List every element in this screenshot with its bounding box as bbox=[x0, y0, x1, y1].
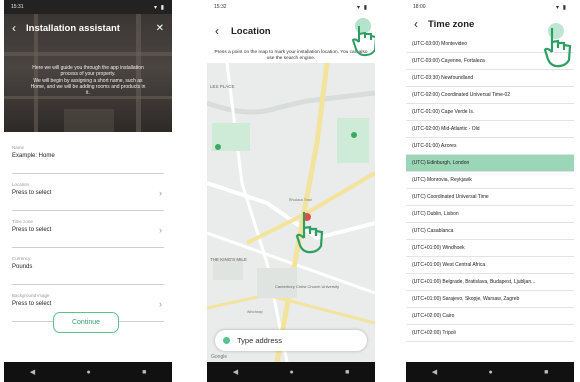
status-icons: ▾ ▮ bbox=[357, 4, 368, 11]
page-title: Time zone bbox=[428, 19, 475, 30]
map-label: LES PLACE bbox=[210, 84, 235, 89]
timezone-item[interactable]: (UTC+02:00) Cairo bbox=[406, 308, 574, 325]
chevron-right-icon: › bbox=[159, 225, 162, 235]
field-label: Currency bbox=[12, 256, 31, 261]
status-time: 15:32 bbox=[214, 4, 227, 10]
status-time: 18:00 bbox=[413, 4, 426, 10]
field-label: Location bbox=[12, 182, 30, 187]
timezone-item[interactable]: (UTC) Dublin, Lisbon bbox=[406, 206, 574, 223]
hero-image: ‹ Installation assistant ✕ Here we will … bbox=[4, 14, 172, 132]
currency-field[interactable]: Currency Pounds bbox=[12, 251, 164, 285]
google-logo: Google bbox=[211, 354, 228, 360]
nav-recent-icon[interactable]: ■ bbox=[544, 369, 548, 376]
status-bar: 15:31 ▾ ▮ bbox=[4, 0, 172, 14]
timezone-item[interactable]: (UTC-01:00) Azores bbox=[406, 138, 574, 155]
tap-hand-icon bbox=[295, 212, 324, 254]
android-nav-bar: ◀ ● ■ bbox=[406, 362, 574, 382]
search-placeholder: Type address bbox=[237, 336, 283, 345]
map-label: Wincheap bbox=[247, 310, 263, 314]
page-title: Installation assistant bbox=[26, 22, 120, 34]
setup-form: Name Example: Home Location Press to sel… bbox=[4, 140, 172, 325]
nav-home-icon[interactable]: ● bbox=[86, 369, 90, 376]
nav-recent-icon[interactable]: ■ bbox=[345, 369, 349, 376]
address-search-input[interactable]: Type address bbox=[215, 330, 367, 351]
field-label: Name bbox=[12, 145, 25, 150]
timezone-item-selected[interactable]: (UTC) Edinburgh, London bbox=[406, 155, 574, 172]
page-title: Location bbox=[231, 26, 271, 37]
timezone-list: (UTC-03:00) Montevideo (UTC-03:00) Cayen… bbox=[406, 36, 574, 342]
field-label: Background image bbox=[12, 293, 50, 298]
android-nav-bar: ◀ ● ■ bbox=[4, 362, 172, 382]
status-icons: ▾ ▮ bbox=[556, 4, 567, 11]
chevron-left-icon[interactable]: ‹ bbox=[414, 17, 418, 31]
field-value: Pounds bbox=[12, 264, 33, 270]
map-instructions: Press a point on the map to mark your in… bbox=[214, 50, 368, 61]
timezone-item[interactable]: (UTC-02:00) Mid-Atlantic - Old bbox=[406, 121, 574, 138]
chevron-left-icon[interactable]: ‹ bbox=[215, 24, 219, 38]
timezone-item[interactable]: (UTC+01:00) Sarajevo, Skopje, Warsaw, Za… bbox=[406, 291, 574, 308]
timezone-item[interactable]: (UTC) Coordinated Universal Time bbox=[406, 189, 574, 206]
timezone-item[interactable]: (UTC-03:30) Newfoundland bbox=[406, 70, 574, 87]
status-icons: ▾ ▮ bbox=[154, 4, 165, 11]
map-label: Rhodaus Town bbox=[289, 198, 312, 202]
intro-line: We will begin by assigning a short name,… bbox=[33, 77, 143, 84]
tap-hand-icon bbox=[543, 23, 572, 68]
field-label: Time zone bbox=[12, 219, 33, 224]
status-bar: 18:00 ▾ ▮ bbox=[406, 0, 574, 14]
chevron-right-icon: › bbox=[159, 299, 162, 309]
timezone-field[interactable]: Time zone Press to select › bbox=[12, 214, 164, 248]
timezone-item[interactable]: (UTC-01:00) Cape Verde Is. bbox=[406, 104, 574, 121]
field-value: Example: Home bbox=[12, 153, 55, 159]
nav-recent-icon[interactable]: ■ bbox=[142, 369, 146, 376]
timezone-item[interactable]: (UTC+02:00) Tripoli bbox=[406, 325, 574, 342]
field-value: Press to select bbox=[12, 190, 52, 196]
location-field[interactable]: Location Press to select › bbox=[12, 177, 164, 211]
map-graphic: LES PLACE THE KING'S MILE Canterbury Chr… bbox=[207, 63, 375, 362]
map-view[interactable]: LES PLACE THE KING'S MILE Canterbury Chr… bbox=[207, 63, 375, 362]
intro-text: Here we will guide you through the app i… bbox=[16, 65, 160, 96]
chevron-right-icon: › bbox=[159, 188, 162, 198]
continue-button[interactable]: Continue bbox=[53, 312, 119, 333]
map-label: THE KING'S MILE bbox=[210, 257, 247, 262]
chevron-left-icon[interactable]: ‹ bbox=[12, 21, 26, 35]
status-bar: 15:32 ▾ ▮ bbox=[207, 0, 375, 14]
map-label: Canterbury Christ Church University bbox=[275, 284, 339, 289]
nav-back-icon[interactable]: ◀ bbox=[30, 368, 35, 376]
status-time: 15:31 bbox=[11, 4, 24, 10]
nav-home-icon[interactable]: ● bbox=[488, 369, 492, 376]
tap-hand-icon bbox=[351, 18, 375, 57]
field-value: Press to select bbox=[12, 301, 52, 307]
timezone-item[interactable]: (UTC+01:00) Windhoek bbox=[406, 240, 574, 257]
installation-assistant-screen: ‹ Installation assistant ✕ Here we will … bbox=[4, 0, 172, 382]
close-icon[interactable]: ✕ bbox=[156, 23, 164, 34]
nav-home-icon[interactable]: ● bbox=[289, 369, 293, 376]
android-nav-bar: ◀ ● ■ bbox=[207, 362, 375, 382]
location-screen: 15:32 ▾ ▮ ‹ Location Press a point on th… bbox=[207, 0, 375, 382]
nav-back-icon[interactable]: ◀ bbox=[233, 368, 238, 376]
timezone-item[interactable]: (UTC-02:00) Coordinated Universal Time-0… bbox=[406, 87, 574, 104]
timezone-item[interactable]: (UTC+01:00) West Central Africa bbox=[406, 257, 574, 274]
timezone-screen: 18:00 ▾ ▮ ‹ Time zone (UTC-03:00) Montev… bbox=[406, 0, 574, 382]
nav-back-icon[interactable]: ◀ bbox=[432, 368, 437, 376]
intro-line: it. bbox=[86, 90, 90, 97]
name-field[interactable]: Name Example: Home bbox=[12, 140, 164, 174]
timezone-item[interactable]: (UTC) Monrovia, Reykjavik bbox=[406, 172, 574, 189]
timezone-item[interactable]: (UTC+01:00) Belgrade, Bratislava, Budape… bbox=[406, 274, 574, 291]
pin-icon bbox=[223, 337, 230, 344]
field-value: Press to select bbox=[12, 227, 52, 233]
timezone-item[interactable]: (UTC) Casablanca bbox=[406, 223, 574, 240]
